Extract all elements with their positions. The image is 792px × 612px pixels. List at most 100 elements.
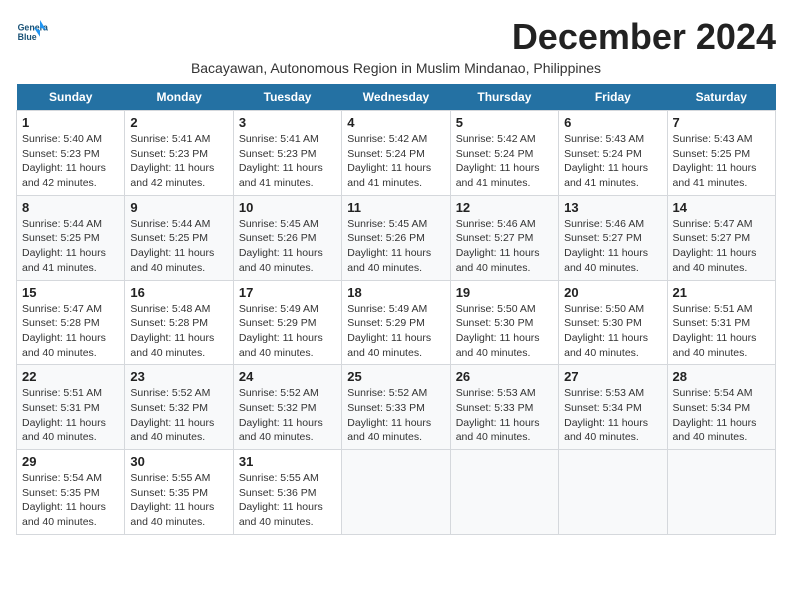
day-header-friday: Friday — [559, 84, 667, 111]
calendar-cell — [342, 450, 450, 535]
day-info: Sunrise: 5:45 AM Sunset: 5:26 PM Dayligh… — [347, 217, 444, 276]
day-number: 3 — [239, 115, 336, 130]
calendar-cell: 9 Sunrise: 5:44 AM Sunset: 5:25 PM Dayli… — [125, 195, 233, 280]
day-number: 12 — [456, 200, 553, 215]
day-info: Sunrise: 5:42 AM Sunset: 5:24 PM Dayligh… — [347, 132, 444, 191]
calendar-cell: 16 Sunrise: 5:48 AM Sunset: 5:28 PM Dayl… — [125, 280, 233, 365]
calendar-cell: 3 Sunrise: 5:41 AM Sunset: 5:23 PM Dayli… — [233, 111, 341, 196]
day-number: 30 — [130, 454, 227, 469]
day-info: Sunrise: 5:41 AM Sunset: 5:23 PM Dayligh… — [239, 132, 336, 191]
day-info: Sunrise: 5:51 AM Sunset: 5:31 PM Dayligh… — [673, 302, 770, 361]
calendar-cell: 14 Sunrise: 5:47 AM Sunset: 5:27 PM Dayl… — [667, 195, 775, 280]
day-number: 21 — [673, 285, 770, 300]
calendar-cell: 4 Sunrise: 5:42 AM Sunset: 5:24 PM Dayli… — [342, 111, 450, 196]
day-number: 17 — [239, 285, 336, 300]
day-number: 2 — [130, 115, 227, 130]
day-header-sunday: Sunday — [17, 84, 125, 111]
day-info: Sunrise: 5:40 AM Sunset: 5:23 PM Dayligh… — [22, 132, 119, 191]
day-info: Sunrise: 5:53 AM Sunset: 5:33 PM Dayligh… — [456, 386, 553, 445]
day-info: Sunrise: 5:55 AM Sunset: 5:36 PM Dayligh… — [239, 471, 336, 530]
day-info: Sunrise: 5:52 AM Sunset: 5:33 PM Dayligh… — [347, 386, 444, 445]
calendar-cell: 15 Sunrise: 5:47 AM Sunset: 5:28 PM Dayl… — [17, 280, 125, 365]
day-info: Sunrise: 5:41 AM Sunset: 5:23 PM Dayligh… — [130, 132, 227, 191]
day-info: Sunrise: 5:50 AM Sunset: 5:30 PM Dayligh… — [456, 302, 553, 361]
day-number: 15 — [22, 285, 119, 300]
month-title: December 2024 — [512, 16, 776, 58]
day-number: 29 — [22, 454, 119, 469]
calendar-cell: 29 Sunrise: 5:54 AM Sunset: 5:35 PM Dayl… — [17, 450, 125, 535]
day-header-thursday: Thursday — [450, 84, 558, 111]
day-number: 9 — [130, 200, 227, 215]
day-info: Sunrise: 5:49 AM Sunset: 5:29 PM Dayligh… — [239, 302, 336, 361]
day-info: Sunrise: 5:52 AM Sunset: 5:32 PM Dayligh… — [130, 386, 227, 445]
calendar-cell — [667, 450, 775, 535]
day-number: 23 — [130, 369, 227, 384]
day-info: Sunrise: 5:46 AM Sunset: 5:27 PM Dayligh… — [456, 217, 553, 276]
calendar-cell: 18 Sunrise: 5:49 AM Sunset: 5:29 PM Dayl… — [342, 280, 450, 365]
calendar-cell: 22 Sunrise: 5:51 AM Sunset: 5:31 PM Dayl… — [17, 365, 125, 450]
day-info: Sunrise: 5:52 AM Sunset: 5:32 PM Dayligh… — [239, 386, 336, 445]
calendar-cell: 31 Sunrise: 5:55 AM Sunset: 5:36 PM Dayl… — [233, 450, 341, 535]
day-number: 22 — [22, 369, 119, 384]
calendar-cell: 2 Sunrise: 5:41 AM Sunset: 5:23 PM Dayli… — [125, 111, 233, 196]
calendar-cell: 8 Sunrise: 5:44 AM Sunset: 5:25 PM Dayli… — [17, 195, 125, 280]
day-number: 28 — [673, 369, 770, 384]
day-info: Sunrise: 5:55 AM Sunset: 5:35 PM Dayligh… — [130, 471, 227, 530]
calendar-cell — [559, 450, 667, 535]
day-number: 31 — [239, 454, 336, 469]
day-number: 27 — [564, 369, 661, 384]
day-number: 14 — [673, 200, 770, 215]
day-number: 19 — [456, 285, 553, 300]
calendar-cell: 5 Sunrise: 5:42 AM Sunset: 5:24 PM Dayli… — [450, 111, 558, 196]
day-number: 20 — [564, 285, 661, 300]
calendar-cell: 7 Sunrise: 5:43 AM Sunset: 5:25 PM Dayli… — [667, 111, 775, 196]
day-number: 10 — [239, 200, 336, 215]
day-number: 5 — [456, 115, 553, 130]
location-subtitle: Bacayawan, Autonomous Region in Muslim M… — [16, 60, 776, 76]
day-number: 26 — [456, 369, 553, 384]
day-number: 4 — [347, 115, 444, 130]
day-header-saturday: Saturday — [667, 84, 775, 111]
calendar-cell: 12 Sunrise: 5:46 AM Sunset: 5:27 PM Dayl… — [450, 195, 558, 280]
calendar-cell: 27 Sunrise: 5:53 AM Sunset: 5:34 PM Dayl… — [559, 365, 667, 450]
day-number: 13 — [564, 200, 661, 215]
day-number: 7 — [673, 115, 770, 130]
calendar-cell: 13 Sunrise: 5:46 AM Sunset: 5:27 PM Dayl… — [559, 195, 667, 280]
calendar-cell: 6 Sunrise: 5:43 AM Sunset: 5:24 PM Dayli… — [559, 111, 667, 196]
day-info: Sunrise: 5:49 AM Sunset: 5:29 PM Dayligh… — [347, 302, 444, 361]
day-number: 18 — [347, 285, 444, 300]
day-info: Sunrise: 5:42 AM Sunset: 5:24 PM Dayligh… — [456, 132, 553, 191]
day-header-tuesday: Tuesday — [233, 84, 341, 111]
calendar-cell: 28 Sunrise: 5:54 AM Sunset: 5:34 PM Dayl… — [667, 365, 775, 450]
day-info: Sunrise: 5:44 AM Sunset: 5:25 PM Dayligh… — [22, 217, 119, 276]
day-number: 1 — [22, 115, 119, 130]
day-number: 16 — [130, 285, 227, 300]
day-info: Sunrise: 5:44 AM Sunset: 5:25 PM Dayligh… — [130, 217, 227, 276]
calendar-cell: 24 Sunrise: 5:52 AM Sunset: 5:32 PM Dayl… — [233, 365, 341, 450]
calendar-cell: 20 Sunrise: 5:50 AM Sunset: 5:30 PM Dayl… — [559, 280, 667, 365]
svg-text:Blue: Blue — [18, 32, 37, 42]
day-info: Sunrise: 5:48 AM Sunset: 5:28 PM Dayligh… — [130, 302, 227, 361]
day-number: 25 — [347, 369, 444, 384]
calendar-cell: 26 Sunrise: 5:53 AM Sunset: 5:33 PM Dayl… — [450, 365, 558, 450]
calendar-cell: 10 Sunrise: 5:45 AM Sunset: 5:26 PM Dayl… — [233, 195, 341, 280]
day-number: 11 — [347, 200, 444, 215]
logo: General Blue — [16, 16, 52, 48]
day-info: Sunrise: 5:47 AM Sunset: 5:27 PM Dayligh… — [673, 217, 770, 276]
day-header-monday: Monday — [125, 84, 233, 111]
calendar-cell: 19 Sunrise: 5:50 AM Sunset: 5:30 PM Dayl… — [450, 280, 558, 365]
day-info: Sunrise: 5:45 AM Sunset: 5:26 PM Dayligh… — [239, 217, 336, 276]
day-info: Sunrise: 5:54 AM Sunset: 5:35 PM Dayligh… — [22, 471, 119, 530]
day-number: 8 — [22, 200, 119, 215]
day-info: Sunrise: 5:50 AM Sunset: 5:30 PM Dayligh… — [564, 302, 661, 361]
calendar-cell: 17 Sunrise: 5:49 AM Sunset: 5:29 PM Dayl… — [233, 280, 341, 365]
calendar-cell: 21 Sunrise: 5:51 AM Sunset: 5:31 PM Dayl… — [667, 280, 775, 365]
day-info: Sunrise: 5:43 AM Sunset: 5:25 PM Dayligh… — [673, 132, 770, 191]
day-header-wednesday: Wednesday — [342, 84, 450, 111]
day-info: Sunrise: 5:54 AM Sunset: 5:34 PM Dayligh… — [673, 386, 770, 445]
calendar-cell: 1 Sunrise: 5:40 AM Sunset: 5:23 PM Dayli… — [17, 111, 125, 196]
day-info: Sunrise: 5:51 AM Sunset: 5:31 PM Dayligh… — [22, 386, 119, 445]
day-info: Sunrise: 5:46 AM Sunset: 5:27 PM Dayligh… — [564, 217, 661, 276]
calendar-cell: 30 Sunrise: 5:55 AM Sunset: 5:35 PM Dayl… — [125, 450, 233, 535]
day-info: Sunrise: 5:47 AM Sunset: 5:28 PM Dayligh… — [22, 302, 119, 361]
